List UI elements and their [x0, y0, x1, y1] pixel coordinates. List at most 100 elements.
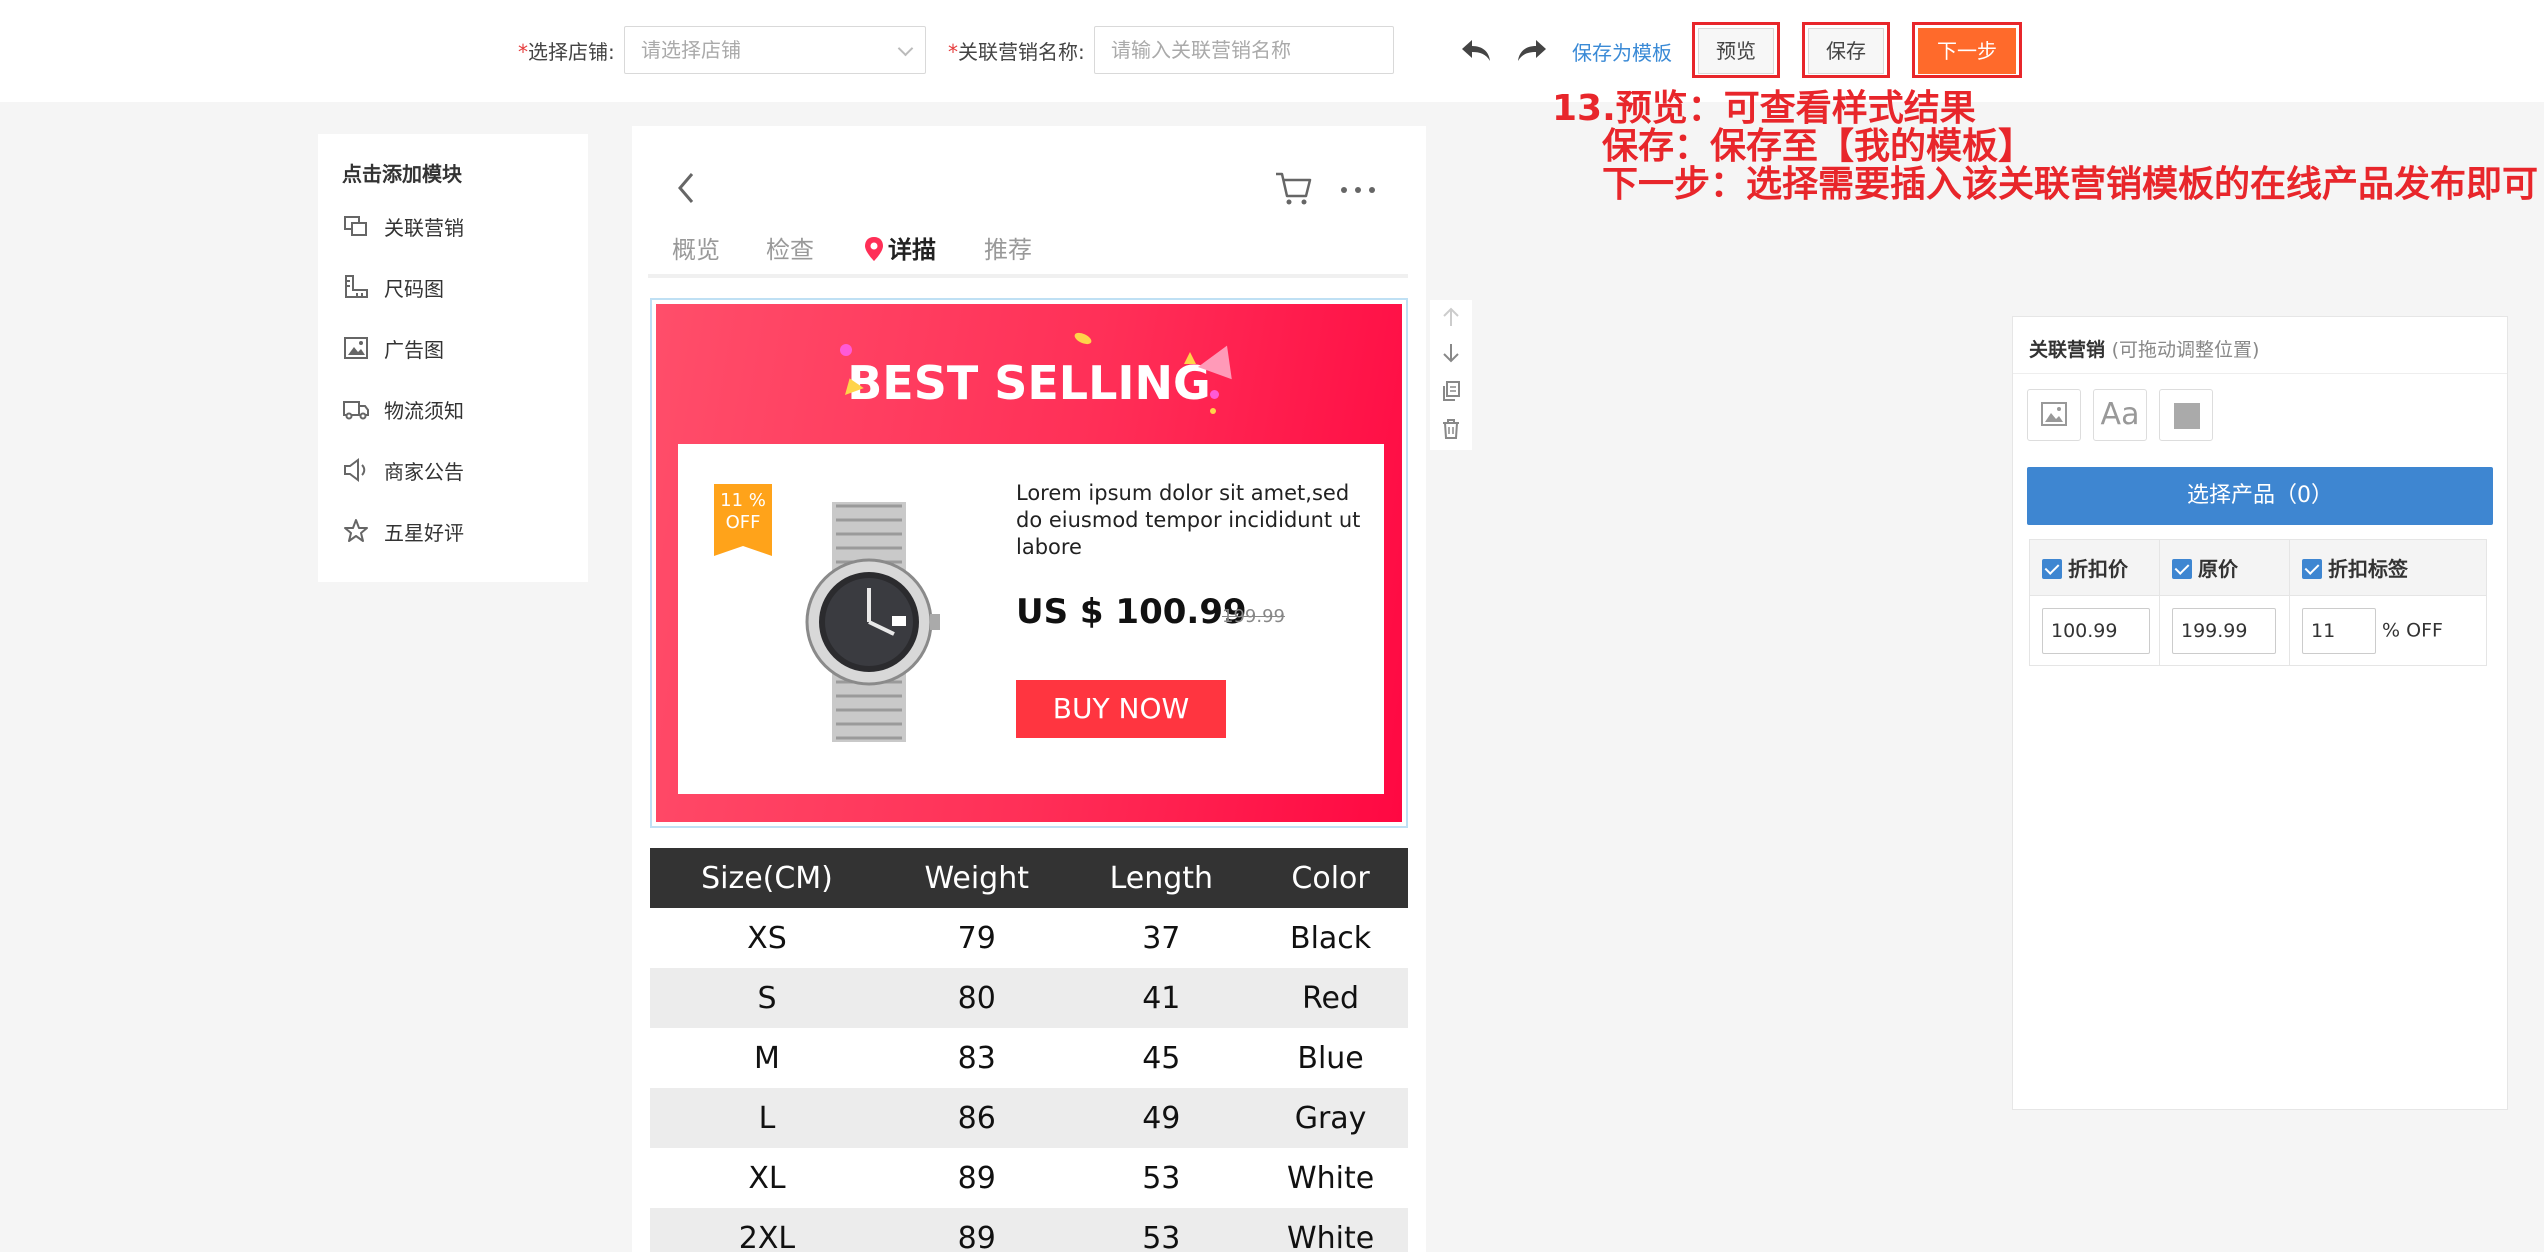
delete-icon[interactable]: [1440, 418, 1462, 440]
module-sidebar: 点击添加模块 关联营销 尺码图 广告图 物流须知 商家公告 五星好评: [318, 134, 588, 582]
image-icon: [344, 337, 368, 359]
text-style-tool[interactable]: Aa: [2093, 389, 2147, 441]
buy-now-button[interactable]: BUY NOW: [1016, 680, 1226, 738]
label-colon: :: [1078, 40, 1085, 64]
sidebar-item-label: 物流须知: [384, 398, 464, 423]
sidebar-item-label: 广告图: [384, 337, 444, 362]
product-description: Lorem ipsum dolor sit amet,sed do eiusmo…: [1016, 481, 1361, 559]
table-cell: XS: [747, 920, 787, 956]
product-card: 11 % OFF Lorem ipsum dolor sit amet,sed …: [678, 444, 1384, 794]
table-cell: Black: [1289, 920, 1372, 956]
move-down-icon[interactable]: [1440, 342, 1462, 364]
tab-check[interactable]: 检查: [766, 230, 814, 265]
discount-tag-input[interactable]: 11: [2302, 607, 2376, 654]
module-settings-panel: 关联营销 (可拖动调整位置) Aa 选择产品（0） 折扣价 原价 折扣标签 10…: [2012, 316, 2508, 1110]
checkbox-checked[interactable]: [2042, 559, 2062, 579]
related-marketing-module[interactable]: BEST SELLING 11 % OFF Lorem ipsum dolor …: [650, 298, 1408, 828]
star-icon: [344, 519, 368, 542]
truck-icon: [343, 401, 369, 420]
discount-price-cell: 100.99: [2029, 595, 2160, 666]
tab-recommend[interactable]: 推荐: [984, 230, 1032, 265]
discount-price-input[interactable]: 100.99: [2042, 607, 2150, 654]
sidebar-item-logistics[interactable]: 物流须知: [342, 389, 572, 429]
cart-icon[interactable]: [1272, 166, 1316, 210]
product-original-price: 199.99: [1222, 606, 1285, 627]
undo-icon[interactable]: [1456, 30, 1496, 70]
original-price-cell: 199.99: [2159, 595, 2290, 666]
background-style-tool[interactable]: [2159, 389, 2213, 441]
table-cell: XL: [748, 1160, 786, 1196]
discount-price-option[interactable]: 折扣价: [2029, 539, 2160, 596]
megaphone-icon: [344, 458, 366, 482]
mobile-preview: 概览 检查 详描 推荐 BEST SELLING 11 % OFF Lorem …: [632, 126, 1426, 1252]
table-header-cell: Length: [1069, 848, 1254, 908]
table-header-cell: Color: [1253, 848, 1408, 908]
options-header-row: 折扣价 原价 折扣标签: [2029, 539, 2487, 596]
confetti-dot: [1210, 408, 1216, 414]
sidebar-item-label: 五星好评: [384, 520, 464, 545]
tutorial-annotation: 13.预览：可查看样式结果 保存：保存至【我的模板】 下一步：选择需要插入该关联…: [1552, 90, 2542, 204]
sidebar-item-ad-image[interactable]: 广告图: [342, 328, 572, 368]
table-cell: L: [650, 1088, 884, 1148]
table-cell: Gray: [1253, 1088, 1408, 1148]
save-as-template-link[interactable]: 保存为模板: [1572, 37, 1672, 66]
sidebar-item-size-chart[interactable]: 尺码图: [342, 267, 572, 307]
table-header-row: Size(CM) Weight Length Color: [650, 848, 1408, 908]
discount-suffix: % OFF: [2382, 619, 2443, 641]
label-colon: :: [608, 40, 615, 64]
discount-tag-option[interactable]: 折扣标签: [2289, 539, 2487, 596]
back-arrow-icon[interactable]: [668, 168, 708, 208]
store-label-text: 选择店铺: [528, 40, 608, 64]
original-price-option[interactable]: 原价: [2159, 539, 2290, 596]
annotation-line-3: 下一步：选择需要插入该关联营销模板的在线产品发布即可: [1602, 164, 2539, 205]
discount-badge-percent: 11 %: [720, 490, 766, 511]
redo-icon[interactable]: [1512, 30, 1552, 70]
location-pin-icon: [865, 237, 883, 261]
ruler-icon: [345, 275, 368, 298]
banner-headline: BEST SELLING: [847, 356, 1211, 410]
copy-icon[interactable]: [1440, 380, 1462, 402]
more-icon[interactable]: [1338, 180, 1378, 200]
table-cell: White: [1286, 1160, 1375, 1196]
panel-title: 关联营销 (可拖动调整位置): [2029, 335, 2259, 362]
sidebar-item-related-marketing[interactable]: 关联营销: [342, 206, 572, 246]
size-chart-table: Size(CM) Weight Length Color XS 79 37 Bl…: [650, 848, 1408, 1252]
discount-badge: 11 % OFF: [714, 484, 772, 556]
store-label: *选择店铺:: [518, 36, 615, 65]
sidebar-item-five-star[interactable]: 五星好评: [342, 511, 572, 551]
marketing-name-placeholder: 请输入关联营销名称: [1111, 38, 1291, 62]
chevron-down-icon: [897, 40, 914, 57]
sidebar-title: 点击添加模块: [342, 162, 462, 186]
table-cell: 79: [957, 920, 996, 956]
table-cell: S: [650, 968, 884, 1028]
panel-title-hint: (可拖动调整位置): [2111, 339, 2260, 361]
tab-overview[interactable]: 概览: [672, 230, 720, 265]
marketing-name-input[interactable]: 请输入关联营销名称: [1094, 26, 1394, 74]
move-up-icon[interactable]: [1440, 306, 1462, 328]
original-price-input[interactable]: 199.99: [2172, 607, 2276, 654]
store-select[interactable]: 请选择店铺: [624, 26, 926, 74]
option-label: 折扣价: [2068, 557, 2128, 581]
tab-details-label: 详描: [888, 236, 936, 264]
sidebar-item-announcement[interactable]: 商家公告: [342, 450, 572, 490]
option-label: 原价: [2198, 557, 2238, 581]
checkbox-checked[interactable]: [2302, 559, 2322, 579]
image-icon: [2041, 402, 2067, 426]
store-select-placeholder: 请选择店铺: [641, 38, 741, 62]
table-row: M 83 45 Blue: [650, 1028, 1408, 1088]
marketing-name-label: *关联营销名称:: [948, 36, 1085, 65]
marketing-name-label-text: 关联营销名称: [958, 40, 1078, 64]
sidebar-item-label: 尺码图: [384, 276, 444, 301]
image-style-tool[interactable]: [2027, 389, 2081, 441]
table-row: 2XL 89 53 White: [650, 1208, 1408, 1252]
tab-details[interactable]: 详描: [864, 230, 936, 265]
table-cell: 53: [1142, 1160, 1181, 1196]
module-toolbar: [1430, 300, 1472, 450]
save-highlight-box: [1802, 22, 1890, 78]
checkbox-checked[interactable]: [2172, 559, 2192, 579]
table-row: XL 89 53 White: [650, 1148, 1408, 1208]
table-cell: 89: [957, 1160, 996, 1196]
required-mark: *: [518, 40, 528, 64]
table-cell: Blue: [1297, 1040, 1364, 1076]
choose-product-button[interactable]: 选择产品（0）: [2027, 467, 2493, 525]
